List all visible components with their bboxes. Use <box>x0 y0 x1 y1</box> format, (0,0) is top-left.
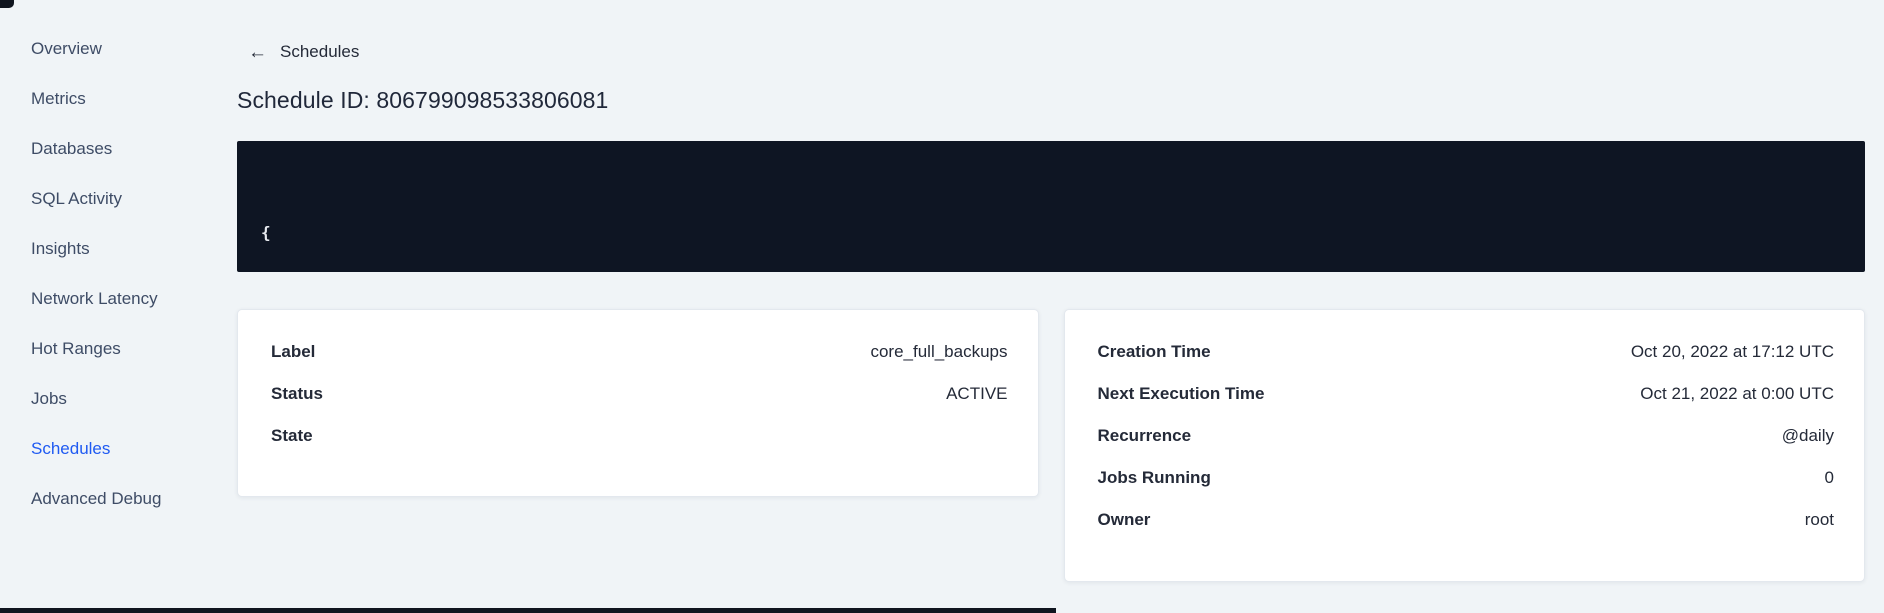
detail-row-recurrence: Recurrence @daily <box>1098 426 1835 447</box>
detail-row-key: Owner <box>1097 509 1151 529</box>
detail-row-value: 0 <box>1824 467 1834 487</box>
screenshot-bottom-edge-bar <box>0 608 1056 613</box>
detail-row-value: Oct 20, 2022 at 17:12 UTC <box>1630 341 1834 361</box>
main-content: ← Schedules Schedule ID: 806799098533806… <box>212 0 1884 613</box>
detail-row-key: Next Execution Time <box>1097 383 1265 403</box>
detail-row-key: Recurrence <box>1097 425 1192 445</box>
sidebar-item-advanced-debug[interactable]: Advanced Debug <box>31 488 212 509</box>
detail-row-key: Creation Time <box>1097 341 1211 361</box>
detail-row-key: State <box>271 425 313 445</box>
sidebar-item-metrics[interactable]: Metrics <box>31 88 212 109</box>
sidebar-item-overview[interactable]: Overview <box>31 38 212 59</box>
back-link-label: Schedules <box>280 42 360 61</box>
sidebar-item-sql-activity[interactable]: SQL Activity <box>31 188 212 209</box>
back-arrow-icon: ← <box>248 41 267 63</box>
detail-row-value: Oct 21, 2022 at 0:00 UTC <box>1640 383 1834 403</box>
sidebar-item-insights[interactable]: Insights <box>31 238 212 259</box>
schedule-timing-card: Creation Time Oct 20, 2022 at 17:12 UTC … <box>1063 308 1865 582</box>
detail-row-value: @daily <box>1781 425 1834 445</box>
detail-row-status: Status ACTIVE <box>271 384 1008 405</box>
detail-row-value: ACTIVE <box>946 383 1008 403</box>
detail-row-owner: Owner root <box>1098 510 1835 531</box>
sidebar-item-schedules[interactable]: Schedules <box>31 438 212 459</box>
window-corner-artifact <box>0 0 14 8</box>
sidebar-item-jobs[interactable]: Jobs <box>31 388 212 409</box>
schedule-summary-card: Label core_full_backups Status ACTIVE St… <box>237 308 1039 497</box>
sidebar-nav: Overview Metrics Databases SQL Activity … <box>0 0 212 613</box>
detail-row-next-execution-time: Next Execution Time Oct 21, 2022 at 0:00… <box>1098 384 1835 405</box>
detail-row-key: Status <box>271 383 323 403</box>
backup-statement-code-block: { "backup_statement": "BACKUP INTO 's3:/… <box>237 140 1865 272</box>
detail-row-key: Label <box>271 341 316 361</box>
code-line: { <box>261 222 271 242</box>
detail-row-state: State <box>271 426 1008 447</box>
app-root: Overview Metrics Databases SQL Activity … <box>0 0 1884 613</box>
sidebar-item-network-latency[interactable]: Network Latency <box>31 288 212 309</box>
detail-row-creation-time: Creation Time Oct 20, 2022 at 17:12 UTC <box>1098 342 1835 363</box>
back-to-schedules-link[interactable]: ← Schedules <box>248 42 359 62</box>
detail-row-value: root <box>1804 509 1834 529</box>
detail-row-label: Label core_full_backups <box>271 342 1008 363</box>
detail-row-value: core_full_backups <box>870 341 1008 361</box>
page-title: Schedule ID: 806799098533806081 <box>237 86 609 113</box>
detail-row-jobs-running: Jobs Running 0 <box>1098 468 1835 489</box>
sidebar-item-databases[interactable]: Databases <box>31 138 212 159</box>
sidebar-item-hot-ranges[interactable]: Hot Ranges <box>31 338 212 359</box>
detail-cards: Label core_full_backups Status ACTIVE St… <box>237 308 1865 582</box>
detail-row-key: Jobs Running <box>1097 467 1211 487</box>
